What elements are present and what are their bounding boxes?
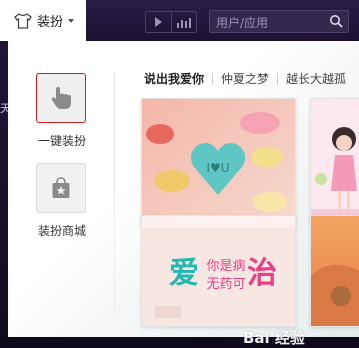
skin-dropdown-button[interactable]: 装扮 (0, 0, 86, 41)
tab-growing-lonely[interactable]: 越长大越孤 (286, 70, 346, 87)
search-field[interactable]: 用户/应用 (209, 10, 349, 33)
skin-popup-panel: 一键装扮 装扮商城 说出我爱你 仲夏之梦 越长大越孤 I♥U 爱 你是病 无药可… (8, 41, 359, 347)
background-strip: 天 (0, 0, 11, 337)
one-click-skin-button[interactable] (36, 73, 86, 123)
top-bar: 装扮 用户/应用 (0, 0, 359, 41)
tab-say-i-love-you[interactable]: 说出我爱你 (144, 70, 204, 87)
skin-label: 装扮 (37, 15, 64, 30)
chart-button[interactable] (170, 12, 197, 32)
tab-separator (277, 72, 279, 85)
search-placeholder: 用户/应用 (216, 16, 269, 30)
sidebar-item-label: 一键装扮 (37, 134, 86, 148)
skin-thumbnail-candy-heart[interactable]: I♥U (141, 98, 296, 226)
sidebar-item-skin-mall[interactable]: 装扮商城 (36, 163, 88, 239)
love-big-char: 爱 (169, 256, 199, 291)
love-line1: 你是病 (206, 259, 245, 274)
love-sick-image: 爱 你是病 无药可 治 (142, 216, 295, 326)
skin-thumbnail-orange-scenery[interactable] (310, 215, 359, 327)
love-line2: 无药可 (206, 277, 245, 292)
play-icon (155, 17, 163, 27)
tab-separator (212, 72, 214, 85)
sidebar-divider (114, 71, 115, 317)
cartoon-girl-image (311, 99, 359, 225)
orange-scenery-image (311, 216, 359, 326)
shopping-bag-star-icon (52, 177, 70, 198)
sidebar-item-label: 装扮商城 (37, 224, 86, 238)
baidu-watermark: Bai 经验 (243, 329, 305, 347)
skin-thumbnail-cartoon-girl[interactable] (310, 98, 359, 226)
play-button[interactable] (146, 12, 171, 32)
bar-chart-icon (176, 17, 191, 28)
candy-heart-image: I♥U (142, 99, 295, 225)
skin-category-tabs: 说出我爱你 仲夏之梦 越长大越孤 (144, 70, 346, 87)
skin-mall-button[interactable] (36, 163, 86, 213)
candy-heart-text: I♥U (206, 161, 229, 175)
love-big-char2: 治 (247, 256, 277, 291)
hand-pointer-icon (51, 87, 71, 109)
media-controls (145, 11, 197, 33)
sidebar-item-one-click-skin[interactable]: 一键装扮 (36, 73, 88, 149)
tshirt-icon (14, 12, 32, 29)
tab-midsummer-dream[interactable]: 仲夏之梦 (221, 70, 269, 87)
search-icon[interactable] (329, 14, 343, 28)
skin-thumbnail-love-sick[interactable]: 爱 你是病 无药可 治 (141, 215, 296, 327)
chevron-down-icon (68, 18, 75, 23)
